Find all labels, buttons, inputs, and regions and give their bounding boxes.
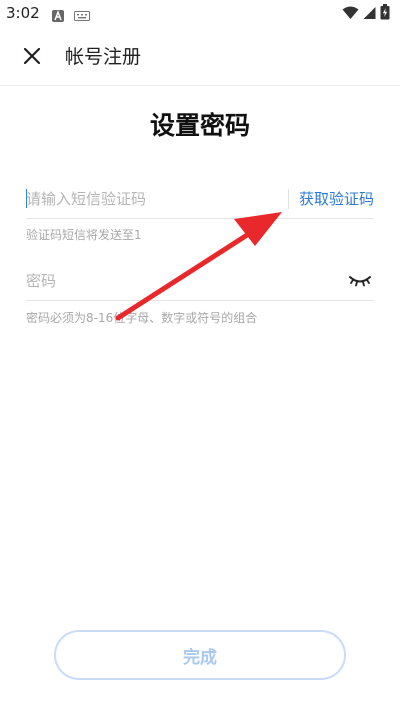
app-bar-title: 帐号注册 <box>65 46 142 68</box>
signal-icon <box>363 5 376 24</box>
text-cursor <box>26 189 27 208</box>
get-code-button[interactable]: 获取验证码 <box>299 188 374 209</box>
code-hint: 验证码短信将发送至1 <box>26 228 142 242</box>
verification-code-input[interactable] <box>26 186 281 212</box>
app-bar: 帐号注册 <box>0 28 400 84</box>
eye-closed-icon[interactable] <box>348 272 372 288</box>
field-divider <box>288 189 289 209</box>
battery-charging-icon <box>380 4 390 24</box>
status-time: 3:02 <box>6 4 40 22</box>
keyboard-icon <box>74 7 90 21</box>
done-button[interactable]: 完成 <box>54 630 346 680</box>
notification-a-icon <box>52 7 66 22</box>
page-title: 设置密码 <box>149 111 250 140</box>
password-hint: 密码必须为8-16位字母、数字或符号的组合 <box>26 311 258 325</box>
password-row <box>26 268 374 301</box>
wifi-icon <box>342 5 359 24</box>
app-bar-divider <box>0 85 400 86</box>
password-input[interactable] <box>26 268 326 294</box>
verification-code-row: 获取验证码 <box>26 186 374 219</box>
status-bar: 3:02 <box>0 0 400 28</box>
close-icon[interactable] <box>20 44 44 68</box>
done-button-label: 完成 <box>183 647 217 668</box>
